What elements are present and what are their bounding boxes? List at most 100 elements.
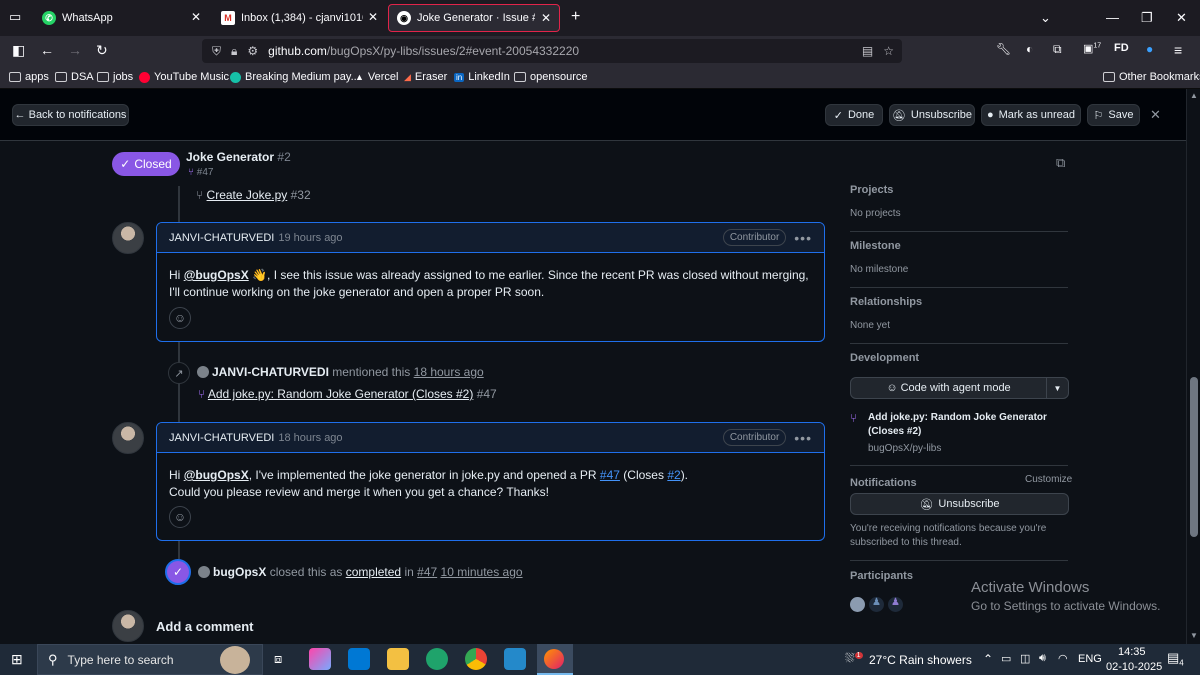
forward-arrow-icon[interactable]: → <box>68 42 82 58</box>
sidebar-toggle-icon[interactable]: ◧ <box>12 42 25 59</box>
linked-pr[interactable]: ⑂ #47 <box>188 167 213 178</box>
extensions-icon[interactable]: ⧉ <box>1053 42 1062 57</box>
tray-chevron-icon[interactable]: ⌃ <box>983 652 993 666</box>
weather-icon[interactable]: ⛆ 1 <box>845 651 863 666</box>
lock-icon[interactable]: 🔒︎ <box>231 44 237 59</box>
event-author[interactable]: bugOpsX <box>213 565 266 579</box>
extension-fire-icon[interactable]: ◐ <box>1026 42 1033 56</box>
tab-close-icon[interactable]: ✕ <box>191 10 201 24</box>
sidebar-unsubscribe-button[interactable]: 🔕︎ Unsubscribe <box>850 493 1069 515</box>
clock-date[interactable]: 02-10-2025 <box>1106 661 1162 673</box>
scroll-thumb[interactable] <box>1190 377 1198 537</box>
profile-initials[interactable]: FD <box>1114 42 1129 54</box>
windows-start-icon[interactable]: ⊞ <box>11 651 23 668</box>
mark-as-unread-button[interactable]: ● Mark as unread <box>981 104 1081 126</box>
user-mention[interactable]: @bugOpsX <box>184 268 249 282</box>
new-tab-icon[interactable]: + <box>571 8 580 26</box>
participant-avatar[interactable] <box>850 597 865 612</box>
customize-link[interactable]: Customize <box>1025 474 1072 485</box>
bookmark-youtube-music[interactable]: YouTube Music <box>139 71 229 83</box>
bookmark-eraser[interactable]: ◢ Eraser <box>404 71 447 83</box>
task-view-icon[interactable]: ⧈ <box>274 651 282 667</box>
mini-avatar[interactable] <box>198 566 210 578</box>
comment-timestamp[interactable]: 18 hours ago <box>278 432 342 444</box>
restore-icon[interactable]: ❐ <box>1141 10 1153 26</box>
development-title[interactable]: Development <box>850 352 919 364</box>
meet-now-icon[interactable]: ◫ <box>1020 652 1030 665</box>
dev-pr-repo[interactable]: bugOpsX/py-libs <box>868 443 941 454</box>
copy-icon[interactable]: ⧉ <box>1056 155 1065 171</box>
pr-link[interactable]: #47 <box>600 468 620 482</box>
scroll-up-icon[interactable]: ▲ <box>1190 91 1198 100</box>
event-author[interactable]: JANVI-CHATURVEDI <box>212 365 329 379</box>
close-icon[interactable]: ✕ <box>1150 107 1161 123</box>
tab-whatsapp[interactable]: ✆ WhatsApp <box>34 4 210 32</box>
bookmark-vercel[interactable]: ▲ Vercel <box>355 71 399 83</box>
bookmark-medium[interactable]: Breaking Medium pay... <box>230 71 360 83</box>
add-reaction-icon[interactable]: ☺ <box>169 506 191 528</box>
taskbar-search-box[interactable]: ⚲ Type here to search <box>37 644 263 675</box>
chrome-icon[interactable] <box>465 648 487 670</box>
copilot-icon[interactable] <box>309 648 331 670</box>
clock-time[interactable]: 14:35 <box>1118 646 1146 658</box>
milestone-title[interactable]: Milestone <box>850 240 901 252</box>
permissions-icon[interactable]: ⚙ <box>247 44 258 58</box>
address-bar[interactable]: ⛨ 🔒︎ ⚙ github.com/bugOpsX/py-libs/issues… <box>202 39 902 63</box>
wrench-icon[interactable]: 🔧︎ <box>996 42 1011 56</box>
ref-number[interactable]: #32 <box>291 188 311 202</box>
bookmark-dsa[interactable]: DSA <box>55 71 94 83</box>
close-state-link[interactable]: completed <box>346 565 401 579</box>
notifications-extension-icon[interactable]: ▣17 <box>1083 42 1101 55</box>
weather-text[interactable]: 27°C Rain showers <box>869 653 972 667</box>
page-scrollbar[interactable]: ▲ ▼ <box>1186 89 1200 644</box>
projects-title[interactable]: Projects <box>850 184 893 196</box>
language-indicator[interactable]: ENG <box>1078 653 1102 665</box>
code-with-agent-button[interactable]: ☺ Code with agent mode ▼ <box>850 377 1069 399</box>
event-timestamp[interactable]: 10 minutes ago <box>441 565 523 579</box>
ref-title[interactable]: Create Joke.py <box>207 188 288 202</box>
back-to-notifications-button[interactable]: ← Back to notifications <box>12 104 129 126</box>
user-mention[interactable]: @bugOpsX <box>184 468 249 482</box>
file-explorer-icon[interactable] <box>387 648 409 670</box>
back-arrow-icon[interactable]: ← <box>40 42 54 58</box>
save-button[interactable]: ⚐ Save <box>1087 104 1140 126</box>
reload-icon[interactable]: ↻ <box>96 42 108 59</box>
url-text[interactable]: github.com/bugOpsX/py-libs/issues/2#even… <box>268 44 579 58</box>
mini-avatar[interactable] <box>197 366 209 378</box>
dev-pr-title[interactable]: Add joke.py: Random Joke Generator (Clos… <box>868 411 1068 439</box>
tab-gmail[interactable]: M Inbox (1,384) - cjanvi1010@gm <box>213 4 371 32</box>
comment-timestamp[interactable]: 19 hours ago <box>278 232 342 244</box>
participant-avatar[interactable]: ♟ <box>869 597 884 612</box>
done-button[interactable]: ✓ Done <box>825 104 883 126</box>
avatar[interactable] <box>112 610 144 642</box>
menu-icon[interactable]: ≡ <box>1174 42 1182 58</box>
mention-pr-ref[interactable]: ⑂ Add joke.py: Random Joke Generator (Cl… <box>198 387 497 401</box>
relationships-title[interactable]: Relationships <box>850 296 922 308</box>
bookmark-opensource[interactable]: opensource <box>514 71 588 83</box>
tab-overview-icon[interactable]: ▭ <box>9 9 21 25</box>
unsubscribe-button[interactable]: 🔕︎ Unsubscribe <box>889 104 975 126</box>
tab-close-icon[interactable]: ✕ <box>541 11 551 25</box>
comment-author[interactable]: JANVI-CHATURVEDI <box>169 432 274 444</box>
reader-view-icon[interactable]: ▤ <box>862 44 873 58</box>
timeline-ref[interactable]: ⑂ Create Joke.py #32 <box>196 188 311 202</box>
account-icon[interactable]: ● <box>1146 42 1153 56</box>
shield-icon[interactable]: ⛨ <box>212 44 221 59</box>
bookmark-jobs[interactable]: jobs <box>97 71 133 83</box>
other-bookmarks[interactable]: Other Bookmarks <box>1103 71 1200 83</box>
close-window-icon[interactable]: ✕ <box>1176 10 1187 26</box>
battery-icon[interactable]: ▭ <box>1001 652 1011 665</box>
bookmark-star-icon[interactable]: ☆ <box>883 44 894 58</box>
event-timestamp[interactable]: 18 hours ago <box>414 365 484 379</box>
bookmark-linkedin[interactable]: in LinkedIn <box>454 71 510 83</box>
bookmark-apps[interactable]: apps <box>9 71 49 83</box>
action-center-icon[interactable]: ▤4 <box>1167 650 1184 668</box>
tab-github-issue[interactable]: ◉ Joke Generator · Issue #2 · bugO ✕ <box>388 4 560 32</box>
participant-avatar[interactable]: ♟ <box>888 597 903 612</box>
store-icon[interactable] <box>348 648 370 670</box>
pr-number[interactable]: #47 <box>477 387 497 401</box>
vscode-icon[interactable] <box>504 648 526 670</box>
wifi-icon[interactable]: ◠ <box>1058 652 1068 665</box>
comment-author[interactable]: JANVI-CHATURVEDI <box>169 232 274 244</box>
issue-link[interactable]: #2 <box>667 468 680 482</box>
